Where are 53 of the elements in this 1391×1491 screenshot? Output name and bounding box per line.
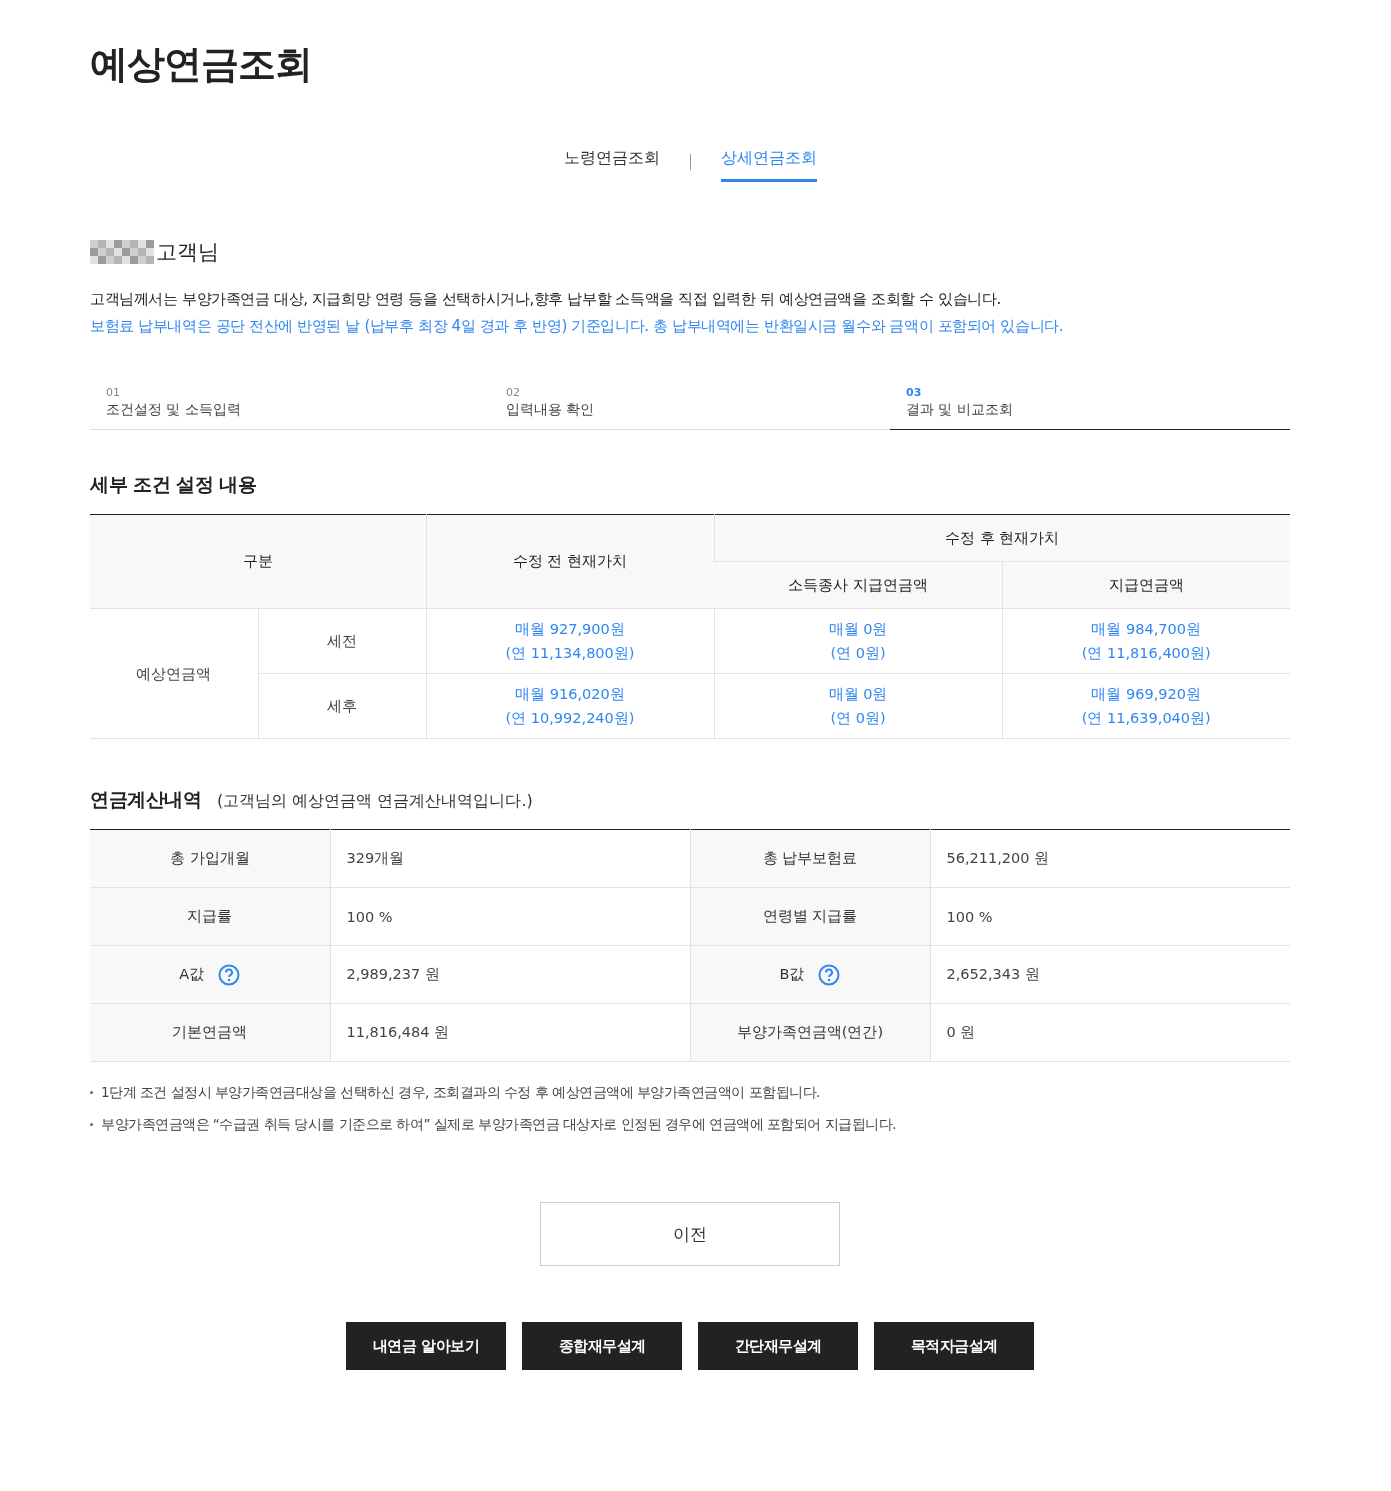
help-icon[interactable] [818, 963, 841, 986]
step-label: 조건설정 및 소득입력 [106, 401, 242, 419]
note-text: 부양가족연금액은 “수급권 취득 당시를 기준으로 하여” 실제로 부양가족연금 대상자로 인정된 경우에 연금액에 포함되어 지급됩니다. [101, 1115, 897, 1134]
tab[interactable]: 상세연금조회 [720, 142, 817, 182]
bullet-icon [90, 1091, 93, 1094]
field-value: 2,652,343 원 [930, 945, 1290, 1004]
step-label: 입력내용 확인 [506, 401, 596, 419]
amount-cell: 매월 0원 (연 0원) [714, 673, 1002, 739]
description: 고객님께서는 부양가족연금 대상, 지급희망 연령 등을 선택하시거나,향후 납부할 소득액을 직접 입력한 뒤 예상연금액을 조회할 수 있습니다. [90, 289, 1002, 310]
amount-cell: 매월 916,020원 (연 10,992,240원) [426, 673, 714, 739]
step-number: 01 [106, 386, 121, 399]
field-value: 100 % [930, 887, 1290, 946]
menu-button[interactable]: 내연금 알아보기 [346, 1322, 506, 1370]
field-label: B값 [779, 965, 805, 984]
bullet-icon [90, 1123, 93, 1126]
field-value: 56,211,200 원 [930, 829, 1290, 888]
note-text: 1단계 조건 설정시 부양가족연금대상을 선택하신 경우, 조회결과의 수정 후 예상연금액에 부양가족연금액이 포함됩니다. [101, 1083, 820, 1102]
column-header: 수정 전 현재가치 [426, 514, 714, 609]
customer-greeting: 고객님 [156, 239, 219, 266]
column-header: 소득종사 지급연금액 [714, 561, 1002, 609]
menu-button[interactable]: 간단재무설계 [698, 1322, 858, 1370]
notice: 보험료 납부내역은 공단 전산에 반영된 날 (납부후 최장 4일 경과 후 반영) 기준입니다. 총 납부내역에는 반환일시금 월수와 금액이 포함되어 있습니다. [90, 316, 1065, 337]
step-number: 03 [906, 386, 923, 399]
blurred-name-icon [90, 239, 154, 265]
column-header: 지급연금액 [1002, 561, 1290, 609]
section-title: 연금계산내역 [90, 787, 201, 812]
section-subtitle: (고객님의 예상연금액 연금계산내역입니다.) [217, 791, 533, 812]
amount-cell: 매월 984,700원 (연 11,816,400원) [1002, 608, 1290, 674]
column-header: 구분 [90, 514, 426, 609]
amount-cell: 매월 0원 (연 0원) [714, 608, 1002, 674]
column-header: 수정 후 현재가치 [714, 514, 1290, 562]
field-label: 총 가입개월 [169, 850, 250, 866]
amount-cell: 매월 927,900원 (연 11,134,800원) [426, 608, 714, 674]
field-label: 기본연금액 [172, 1024, 248, 1040]
menu-button[interactable]: 목적자금설계 [874, 1322, 1034, 1370]
section-title: 세부 조건 설정 내용 [90, 472, 258, 497]
step-label: 결과 및 비교조회 [906, 401, 1014, 419]
row-header: 예상연금액 [90, 608, 258, 739]
previous-button[interactable]: 이전 [540, 1202, 840, 1266]
row-label: 세후 [258, 673, 426, 739]
field-label: 지급률 [187, 908, 233, 924]
field-label: 부양가족연금액(연간) [736, 1024, 884, 1040]
field-value: 0 원 [930, 1003, 1290, 1062]
step-number: 02 [506, 386, 521, 399]
amount-cell: 매월 969,920원 (연 11,639,040원) [1002, 673, 1290, 739]
row-label: 세전 [258, 608, 426, 674]
field-label: 총 납부보험료 [762, 850, 858, 866]
tab[interactable]: 노령연금조회 [563, 142, 660, 182]
menu-button[interactable]: 종합재무설계 [522, 1322, 682, 1370]
page-title: 예상연금조회 [90, 41, 313, 88]
help-icon[interactable] [218, 963, 241, 986]
field-label: A값 [179, 965, 205, 984]
field-label: 연령별 지급률 [762, 908, 858, 924]
